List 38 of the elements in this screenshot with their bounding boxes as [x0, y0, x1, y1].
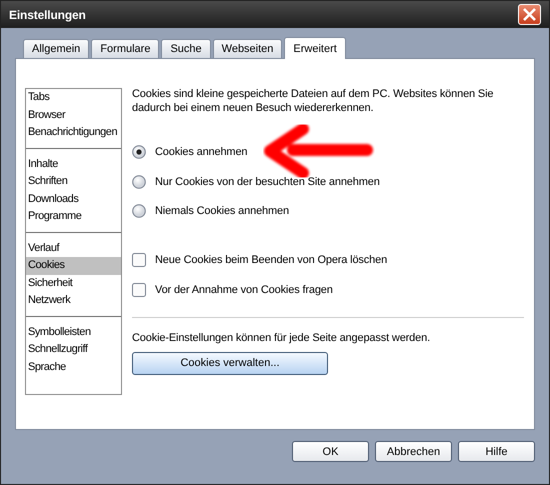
radio-label: Nur Cookies von der besuchten Site annehmen	[155, 176, 380, 188]
note-text: Cookie-Einstellungen können für jede Seite angepasst werden.	[132, 332, 430, 344]
category-item[interactable]: Verlauf	[26, 240, 121, 257]
tab[interactable]: Suche	[161, 39, 211, 58]
category-item[interactable]: Browser	[26, 106, 121, 124]
window-title: Einstellungen	[9, 8, 86, 22]
close-icon	[522, 8, 537, 21]
cancel-button[interactable]: Abbrechen	[375, 441, 452, 462]
category-item[interactable]: Schriften	[26, 173, 121, 190]
help-button[interactable]: Hilfe	[458, 441, 535, 462]
category-item[interactable]: Sicherheit	[26, 274, 121, 292]
category-item[interactable]: Schnellzugriff	[26, 341, 121, 358]
checkbox[interactable]	[132, 282, 146, 296]
radio-button[interactable]	[132, 204, 146, 218]
category-item[interactable]: Programme	[26, 208, 121, 226]
category-item[interactable]: Netzwerk	[26, 292, 121, 310]
close-button[interactable]	[518, 4, 541, 25]
category-item[interactable]: Sprache	[26, 358, 121, 376]
checkbox[interactable]	[132, 253, 146, 267]
radio-button[interactable]	[132, 174, 146, 188]
checkbox-label: Neue Cookies beim Beenden von Opera löschen	[155, 254, 388, 266]
category-item[interactable]: Downloads	[26, 190, 121, 208]
checkbox-label: Vor der Annahme von Cookies fragen	[155, 284, 333, 296]
category-item[interactable]: Tabs	[26, 89, 121, 106]
tab[interactable]: Webseiten	[212, 39, 282, 58]
manage-cookies-button[interactable]: Cookies verwalten...	[132, 352, 328, 374]
radio-label: Niemals Cookies annehmen	[155, 205, 289, 217]
ok-button[interactable]: OK	[292, 441, 369, 462]
category-item[interactable]: Inhalte	[26, 156, 121, 173]
category-item[interactable]: Cookies	[26, 257, 121, 274]
description-text: Cookies sind kleine gespeicherte Dateien auf dem PC. Websites können Sie dadurch bei einem neuen Besuch wiedererkennen.	[132, 88, 494, 115]
category-item[interactable]: Symbolleisten	[26, 324, 121, 341]
radio-label: Cookies annehmen	[155, 146, 248, 158]
radio-button[interactable]	[132, 145, 146, 159]
category-item[interactable]: Benachrichtigungen	[26, 124, 121, 142]
tab[interactable]: Erweitert	[284, 37, 346, 59]
tab[interactable]: Allgemein	[23, 39, 90, 58]
tab[interactable]: Formulare	[91, 39, 160, 58]
